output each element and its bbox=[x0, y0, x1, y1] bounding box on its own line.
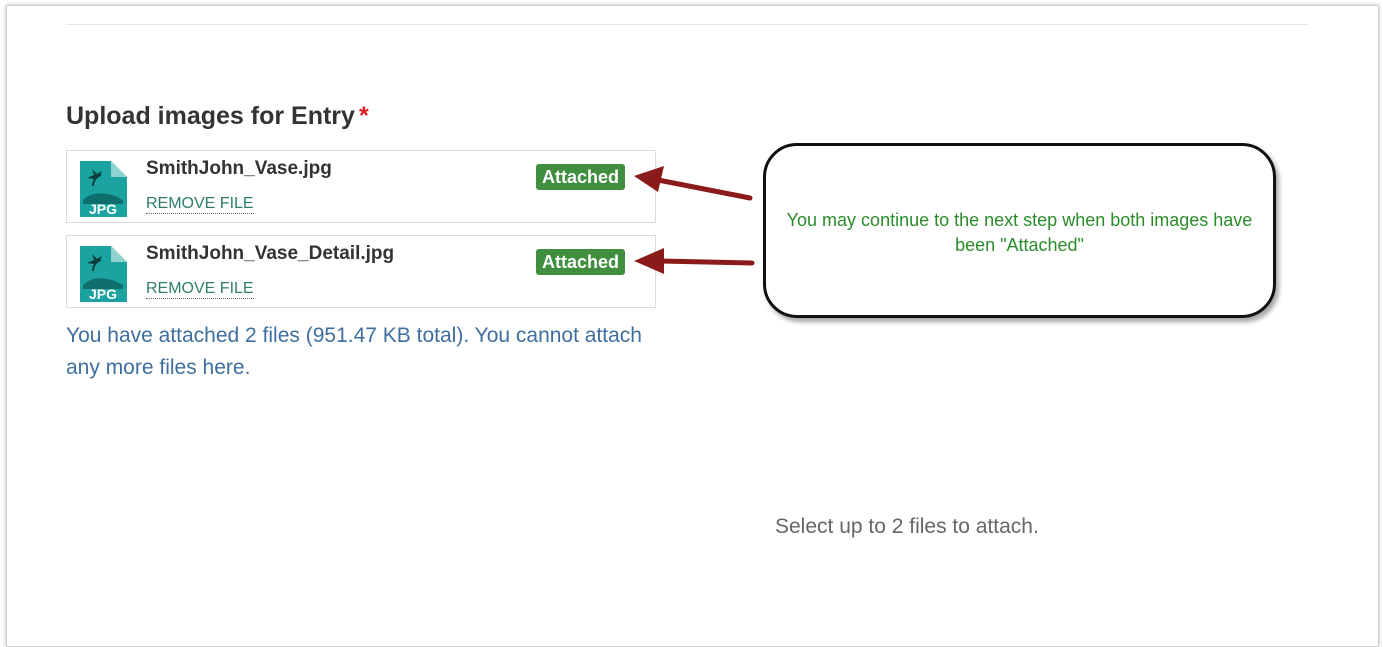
select-hint: Select up to 2 files to attach. bbox=[775, 515, 1039, 538]
file-row: JPG SmithJohn_Vase_Detail.jpg REMOVE FIL… bbox=[66, 235, 656, 308]
file-name: SmithJohn_Vase.jpg bbox=[146, 158, 332, 179]
file-name: SmithJohn_Vase_Detail.jpg bbox=[146, 243, 395, 264]
svg-text:JPG: JPG bbox=[89, 201, 117, 217]
svg-text:JPG: JPG bbox=[89, 286, 117, 302]
remove-file-link[interactable]: REMOVE FILE bbox=[146, 280, 254, 299]
callout-box: You may continue to the next step when b… bbox=[763, 143, 1276, 318]
arrow-left-icon bbox=[634, 166, 753, 201]
divider bbox=[66, 24, 1309, 25]
jpg-file-icon: JPG bbox=[80, 161, 127, 217]
section-title-text: Upload images for Entry bbox=[66, 102, 355, 130]
attach-summary: You have attached 2 files (951.47 KB tot… bbox=[66, 324, 642, 379]
status-badge: Attached bbox=[536, 164, 626, 190]
file-row: JPG SmithJohn_Vase.jpg REMOVE FILE Attac… bbox=[66, 150, 656, 223]
status-badge: Attached bbox=[536, 249, 626, 275]
callout-text: You may continue to the next step when b… bbox=[786, 210, 1253, 255]
section-title: Upload images for Entry * bbox=[66, 102, 369, 131]
required-marker: * bbox=[358, 102, 369, 130]
jpg-file-icon: JPG bbox=[80, 246, 127, 302]
remove-file-link[interactable]: REMOVE FILE bbox=[146, 195, 254, 214]
arrow-left-icon bbox=[634, 248, 755, 274]
